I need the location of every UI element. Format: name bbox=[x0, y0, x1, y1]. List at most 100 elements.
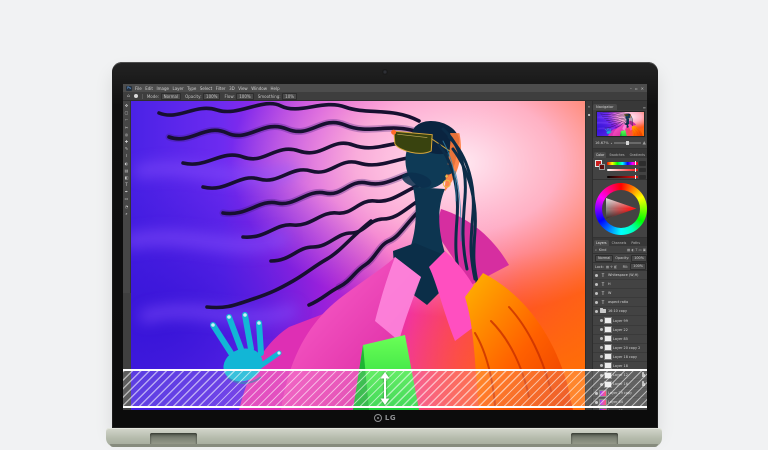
dock-hand-icon[interactable]: ▪ bbox=[588, 112, 591, 117]
menu-item[interactable]: Type bbox=[187, 86, 196, 91]
home-icon[interactable]: ⌂ bbox=[127, 94, 130, 99]
layer-visibility-eye-icon[interactable] bbox=[600, 337, 603, 340]
menu-item[interactable]: Filter bbox=[216, 86, 226, 91]
layer-visibility-eye-icon[interactable] bbox=[600, 355, 603, 358]
tool-options-bar: ⌂ Mode:Normal Opacity:100% Flow:100% Smo… bbox=[123, 92, 647, 101]
hue-value-box[interactable] bbox=[639, 161, 646, 166]
layer-thumbnail: T bbox=[600, 282, 606, 287]
layer-visibility-eye-icon[interactable] bbox=[600, 346, 603, 349]
tool-button[interactable]: ✚ bbox=[124, 139, 130, 145]
search-icon[interactable]: ⌕ bbox=[595, 248, 597, 252]
tool-button[interactable]: ◔ bbox=[124, 204, 130, 210]
tool-button[interactable]: ⌐ bbox=[124, 117, 130, 123]
layers-panel-tabs: LayersChannelsPaths bbox=[593, 238, 647, 246]
menu-item[interactable]: Select bbox=[200, 86, 212, 91]
navigator-zoom-slider[interactable] bbox=[614, 142, 640, 144]
navigator-thumbnail bbox=[597, 112, 644, 136]
layers-filter-row: ⌕ Kind ▦ ◐ T ▭ ▣ bbox=[593, 246, 647, 254]
layer-name: Layer 85 bbox=[613, 337, 646, 341]
opacity-select[interactable]: 100% bbox=[203, 93, 220, 100]
navigator-zoom-value[interactable]: 16.67% bbox=[595, 141, 609, 145]
tool-button[interactable]: ✂ bbox=[124, 125, 130, 131]
dock-collapse-icon[interactable]: « bbox=[588, 104, 590, 109]
menu-item[interactable]: View bbox=[238, 86, 248, 91]
flow-select[interactable]: 100% bbox=[236, 93, 253, 100]
brush-preset-icon[interactable] bbox=[134, 94, 138, 98]
tool-button[interactable]: ▢ bbox=[124, 110, 130, 116]
saturation-value-box[interactable] bbox=[639, 168, 646, 173]
layer-visibility-eye-icon[interactable] bbox=[595, 292, 598, 295]
layers-opacity-value[interactable]: 100% bbox=[631, 255, 647, 262]
lock-icons[interactable]: ▦ ✛ ◧ bbox=[606, 265, 617, 269]
layer-row[interactable]: T H bbox=[593, 280, 647, 289]
menu-item[interactable]: Window bbox=[251, 86, 267, 91]
tool-button[interactable]: ✥ bbox=[124, 103, 130, 109]
layer-thumbnail bbox=[605, 327, 611, 332]
layer-filter-icons[interactable]: ▦ ◐ T ▭ ▣ bbox=[627, 248, 646, 252]
layer-visibility-eye-icon[interactable] bbox=[600, 328, 603, 331]
tool-button[interactable]: T bbox=[124, 182, 130, 188]
smoothing-select[interactable]: 10% bbox=[282, 93, 297, 100]
color-wheel[interactable] bbox=[595, 183, 647, 235]
tool-button[interactable]: ✒ bbox=[124, 189, 130, 195]
canvas[interactable] bbox=[131, 101, 585, 410]
tool-button[interactable]: ◧ bbox=[124, 175, 130, 181]
layer-thumbnail: T bbox=[600, 273, 606, 278]
fill-label: Fill: bbox=[623, 265, 629, 269]
mode-select[interactable]: Normal bbox=[161, 93, 181, 100]
menu-item[interactable]: Edit bbox=[145, 86, 153, 91]
tool-button[interactable]: ◐ bbox=[124, 161, 130, 167]
tool-button[interactable]: ▤ bbox=[124, 168, 130, 174]
layer-thumbnail: T bbox=[600, 291, 606, 296]
minimize-icon[interactable]: – bbox=[630, 86, 632, 91]
hue-slider[interactable] bbox=[607, 162, 638, 165]
close-icon[interactable]: ✕ bbox=[641, 86, 644, 91]
layer-filter-kind[interactable]: Kind bbox=[599, 248, 606, 252]
layer-row[interactable]: Layer 18 copy bbox=[593, 353, 647, 362]
layer-row[interactable]: 16:10 copy bbox=[593, 307, 647, 316]
blend-mode-select[interactable]: Normal bbox=[595, 255, 613, 262]
layer-row[interactable]: Layer 99 bbox=[593, 316, 647, 325]
layer-row[interactable]: T Whitespace (W,H) bbox=[593, 271, 647, 280]
layer-row[interactable]: Layer 22 bbox=[593, 326, 647, 335]
layer-visibility-eye-icon[interactable] bbox=[595, 274, 598, 277]
layer-name: 16:10 copy bbox=[608, 309, 646, 313]
layer-visibility-eye-icon[interactable] bbox=[595, 283, 598, 286]
layer-row[interactable]: Layer 85 bbox=[593, 335, 647, 344]
layer-visibility-eye-icon[interactable] bbox=[600, 364, 603, 367]
layer-row[interactable]: T aspect ratio bbox=[593, 298, 647, 307]
tool-button[interactable]: ⌇ bbox=[124, 153, 130, 159]
brightness-slider[interactable] bbox=[607, 176, 638, 179]
layer-visibility-eye-icon[interactable] bbox=[595, 310, 598, 313]
color-wheel-triangle[interactable] bbox=[606, 195, 637, 223]
layer-visibility-eye-icon[interactable] bbox=[595, 301, 598, 304]
zoom-out-icon[interactable]: ▴ bbox=[611, 141, 613, 145]
layer-row[interactable]: T W bbox=[593, 289, 647, 298]
layer-thumbnail bbox=[600, 309, 606, 313]
foreground-background-swatches[interactable] bbox=[595, 160, 605, 172]
maximize-icon[interactable]: ▫ bbox=[635, 86, 638, 91]
menu-items: FileEditImageLayer Type Select Filter3DView… bbox=[135, 86, 627, 91]
menu-item[interactable]: File bbox=[135, 86, 142, 91]
brightness-value-box[interactable] bbox=[639, 175, 646, 180]
layer-name: H bbox=[608, 282, 646, 286]
tool-button[interactable]: ▭ bbox=[124, 196, 130, 202]
tool-button[interactable]: ◎ bbox=[124, 132, 130, 138]
zoom-in-icon[interactable]: ▲ bbox=[643, 141, 646, 146]
menu-item[interactable]: Image bbox=[156, 86, 169, 91]
menu-item[interactable]: Help bbox=[270, 86, 279, 91]
flow-label: Flow: bbox=[224, 94, 234, 99]
layer-thumbnail bbox=[605, 354, 611, 359]
menu-item[interactable]: Layer bbox=[172, 86, 183, 91]
navigator-preview[interactable] bbox=[593, 110, 647, 138]
fill-value[interactable]: 100% bbox=[630, 263, 646, 270]
menu-item[interactable]: 3D bbox=[229, 86, 235, 91]
tool-button[interactable]: ✎ bbox=[124, 146, 130, 152]
layer-visibility-eye-icon[interactable] bbox=[600, 319, 603, 322]
hinge-left bbox=[150, 433, 197, 446]
layer-row[interactable]: Layer 20 copy 2 bbox=[593, 344, 647, 353]
laptop-lid: Ps FileEditImageLayerTypeSelectFilter3DV… bbox=[112, 62, 658, 428]
saturation-slider[interactable] bbox=[607, 169, 638, 172]
navigator-header: Navigator ≡ bbox=[593, 101, 647, 110]
tool-button[interactable]: ⌕ bbox=[124, 211, 130, 217]
